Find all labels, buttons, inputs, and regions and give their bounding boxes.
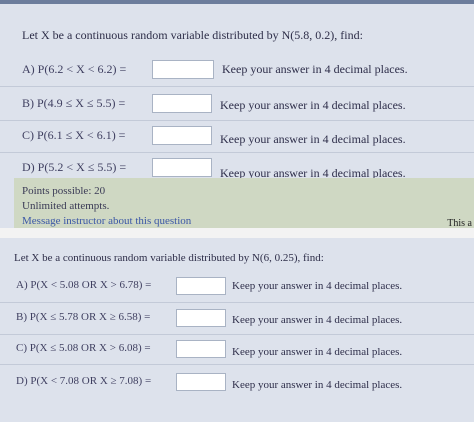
divider	[0, 120, 474, 121]
hint-text: Keep your answer in 4 decimal places.	[232, 314, 403, 326]
answer-row-d: D) P(X < 7.08 OR X ≥ 7.08) = Keep your a…	[0, 368, 474, 396]
points-possible: Points possible: 20	[22, 185, 106, 197]
row-label: B) P(X ≤ 5.78 OR X ≥ 6.58) =	[16, 311, 151, 323]
answer-input-c[interactable]	[152, 126, 212, 145]
question-panel-top: Let X be a continuous random variable di…	[0, 0, 474, 230]
question-panel-bottom: Let X be a continuous random variable di…	[0, 238, 474, 422]
answer-input-b[interactable]	[176, 309, 226, 327]
row-label: C) P(X ≤ 5.08 OR X > 6.08) =	[16, 342, 151, 354]
hint-text: Keep your answer in 4 decimal places.	[232, 280, 403, 292]
hint-text: Keep your answer in 4 decimal places.	[232, 379, 403, 391]
hint-text: Keep your answer in 4 decimal places.	[232, 346, 403, 358]
answer-row-c: C) P(6.1 ≤ X < 6.1) = Keep your answer i…	[0, 124, 474, 152]
row-label: B) P(4.9 ≤ X ≤ 5.5) =	[22, 96, 126, 110]
divider	[0, 302, 474, 303]
row-label: A) P(X < 5.08 OR X > 6.78) =	[16, 279, 152, 291]
question-footer: Points possible: 20 Unlimited attempts. …	[14, 178, 474, 230]
question-text: Let X be a continuous random variable di…	[22, 28, 363, 42]
answer-row-a: A) P(6.2 < X < 6.2) = Keep your answer i…	[0, 58, 474, 86]
divider	[0, 364, 474, 365]
answer-input-a[interactable]	[176, 277, 226, 295]
attempts-text: Unlimited attempts.	[22, 200, 110, 212]
hint-text: Keep your answer in 4 decimal places.	[220, 98, 406, 112]
message-instructor-link[interactable]: Message instructor about this question	[22, 215, 191, 227]
divider	[0, 152, 474, 153]
corner-text: This a	[447, 218, 472, 229]
row-label: C) P(6.1 ≤ X < 6.1) =	[22, 128, 126, 142]
hint-text: Keep your answer in 4 decimal places.	[222, 62, 408, 76]
answer-input-d[interactable]	[152, 158, 212, 177]
hint-text: Keep your answer in 4 decimal places.	[220, 132, 406, 146]
answer-row-b: B) P(4.9 ≤ X ≤ 5.5) = Keep your answer i…	[0, 92, 474, 120]
row-label: D) P(5.2 < X ≤ 5.5) =	[22, 160, 127, 174]
answer-row-b: B) P(X ≤ 5.78 OR X ≥ 6.58) = Keep your a…	[0, 306, 474, 334]
answer-input-a[interactable]	[152, 60, 214, 79]
row-label: A) P(6.2 < X < 6.2) =	[22, 62, 127, 76]
divider	[0, 86, 474, 87]
answer-input-b[interactable]	[152, 94, 212, 113]
answer-input-c[interactable]	[176, 340, 226, 358]
row-label: D) P(X < 7.08 OR X ≥ 7.08) =	[16, 375, 152, 387]
answer-row-a: A) P(X < 5.08 OR X > 6.78) = Keep your a…	[0, 274, 474, 302]
divider	[0, 334, 474, 335]
answer-row-c: C) P(X ≤ 5.08 OR X > 6.08) = Keep your a…	[0, 336, 474, 364]
answer-input-d[interactable]	[176, 373, 226, 391]
question-text: Let X be a continuous random variable di…	[14, 252, 324, 264]
